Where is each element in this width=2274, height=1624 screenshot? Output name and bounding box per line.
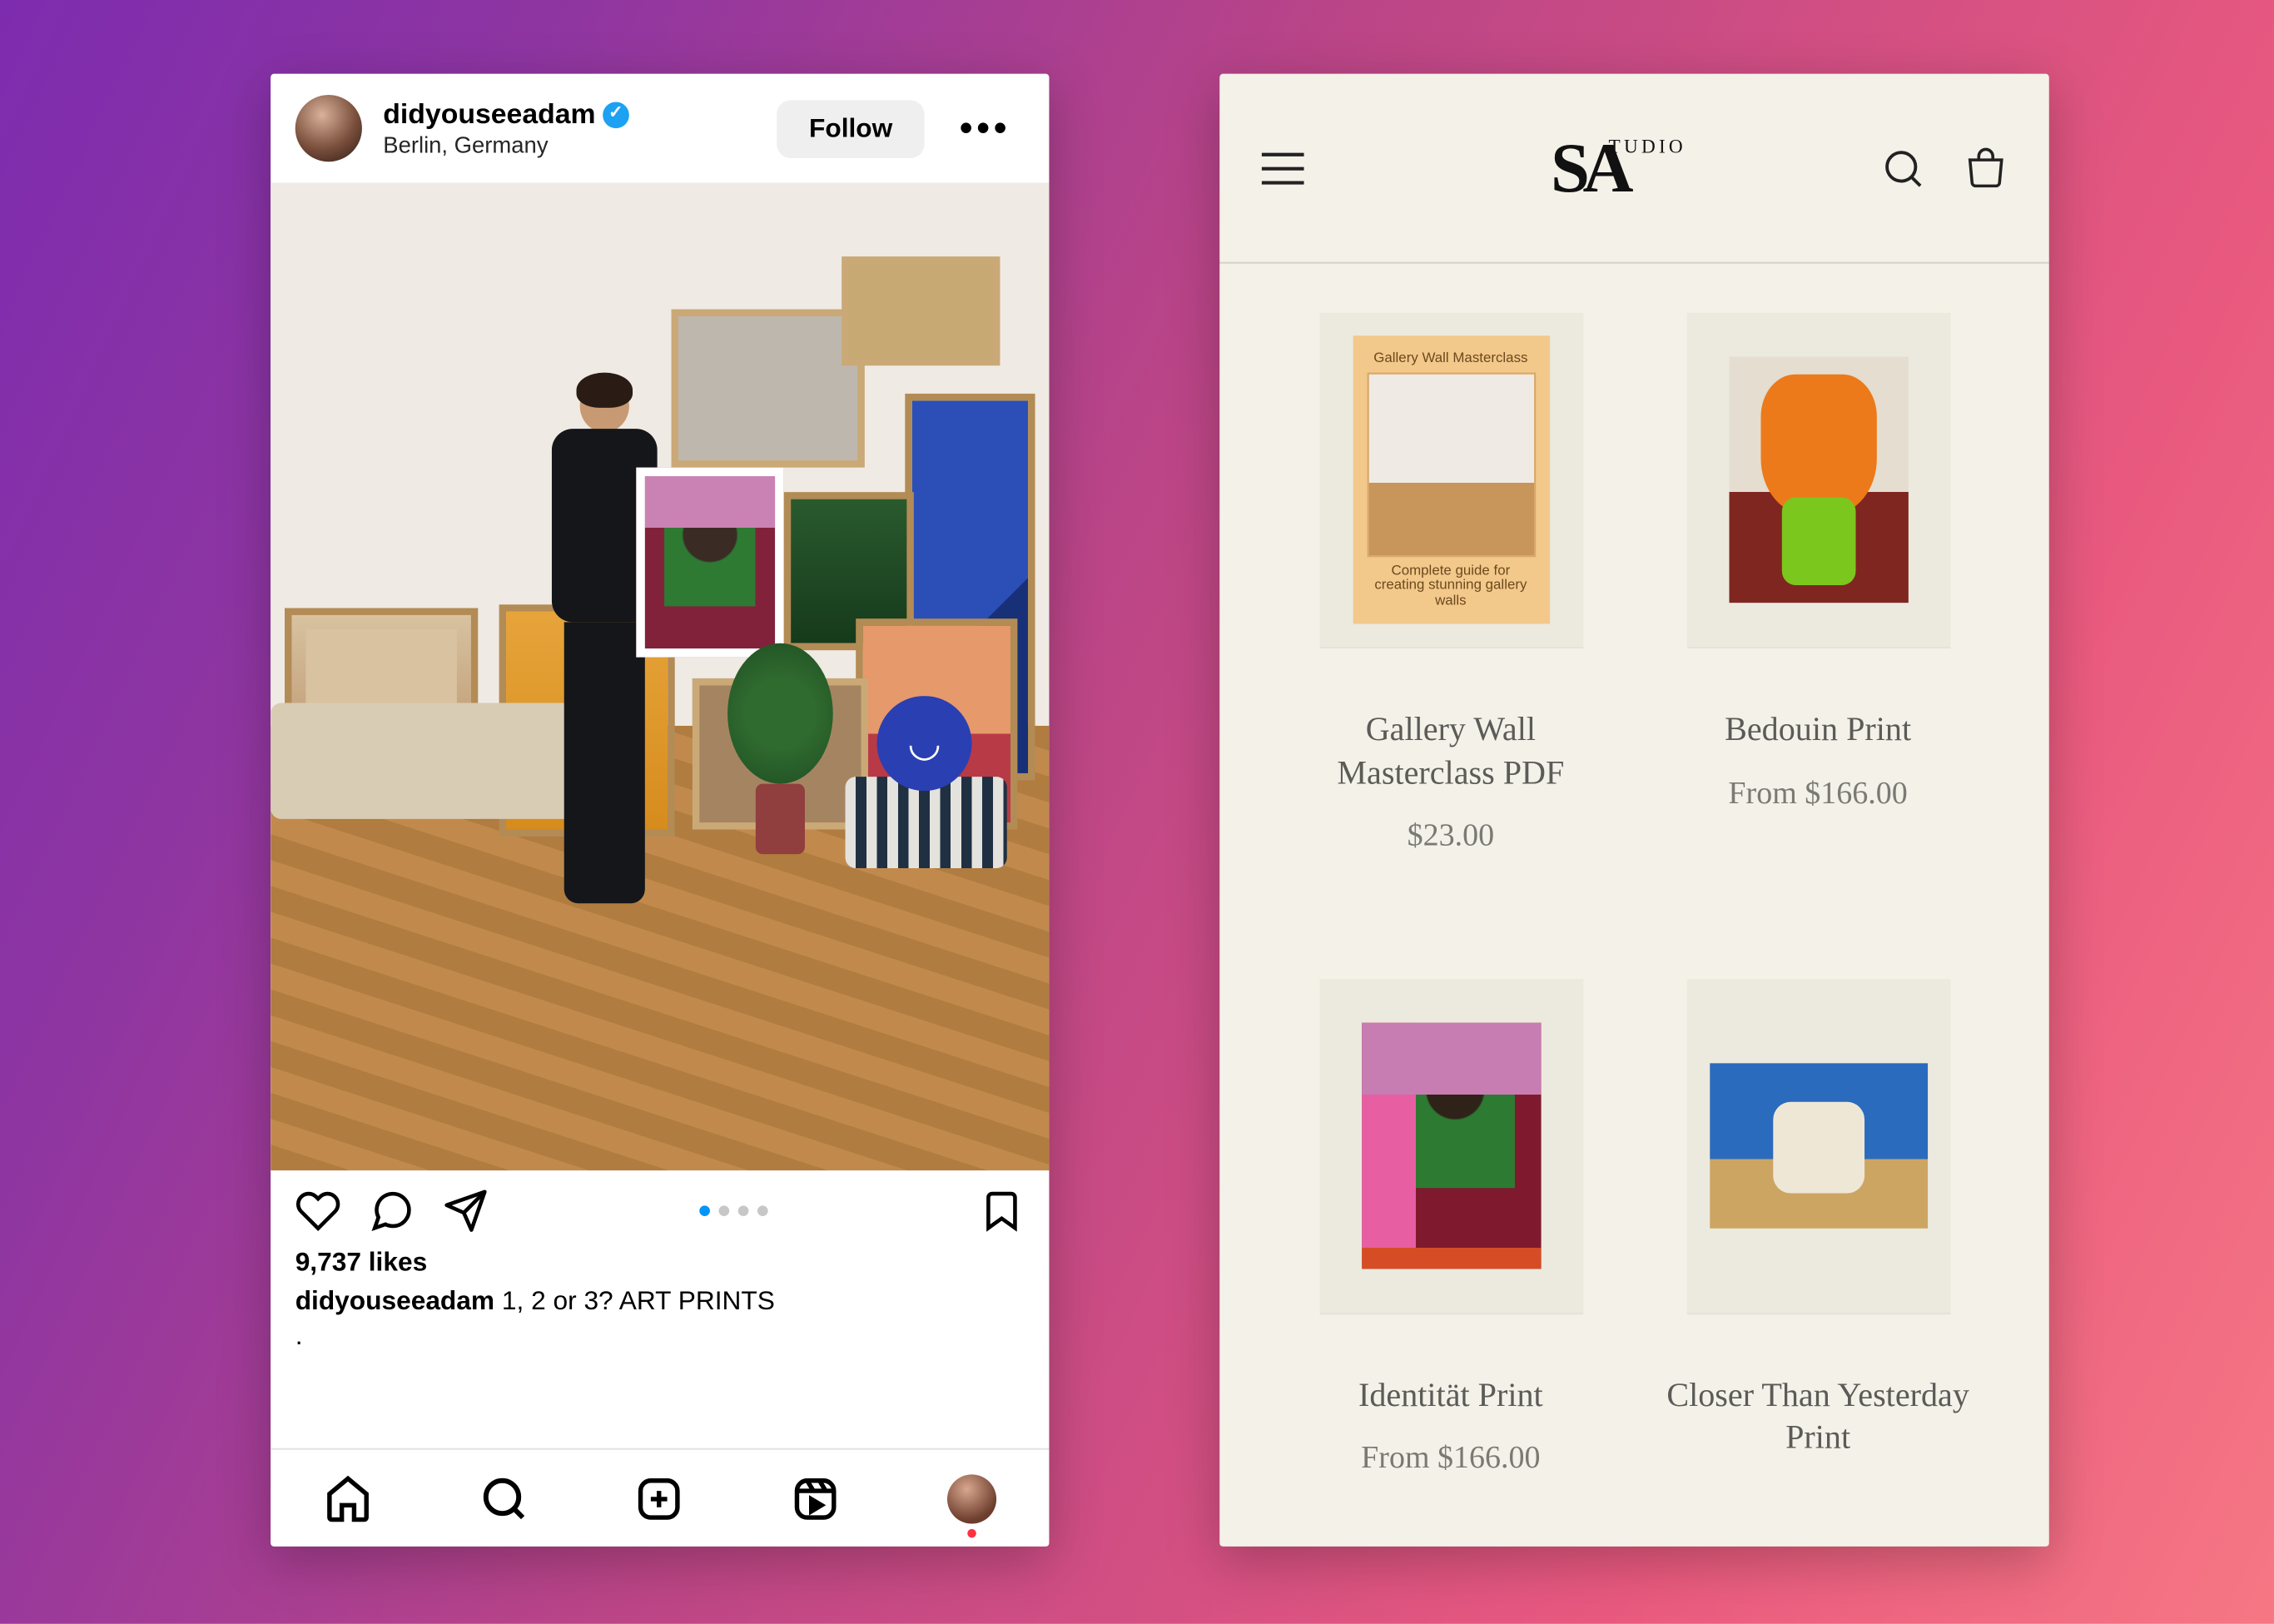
profile-avatar[interactable] — [295, 95, 362, 161]
reels-icon[interactable] — [791, 1473, 840, 1522]
carousel-dot[interactable] — [699, 1205, 710, 1216]
caption-text: 1, 2 or 3? ART PRINTS — [502, 1286, 775, 1316]
carousel-dots — [699, 1205, 767, 1216]
instagram-post: didyouseeadam Berlin, Germany Follow ••• — [271, 74, 1049, 1547]
home-icon[interactable] — [324, 1473, 373, 1522]
product-title: Identität Print — [1358, 1375, 1543, 1418]
cart-icon[interactable] — [1961, 145, 2010, 191]
caption: didyouseeadam 1, 2 or 3? ART PRINTS . — [295, 1284, 1025, 1356]
product-title: Gallery Wall Masterclass PDF — [1283, 710, 1618, 797]
product-card[interactable]: Identität Print From $166.00 — [1283, 978, 1618, 1547]
product-price: From $166.00 — [1361, 1440, 1540, 1477]
profile-name-block[interactable]: didyouseeadam Berlin, Germany — [383, 97, 756, 158]
comment-icon[interactable] — [369, 1188, 415, 1234]
verified-badge-icon — [603, 102, 629, 128]
product-title: Bedouin Print — [1725, 710, 1911, 753]
search-icon[interactable] — [1880, 145, 1926, 191]
search-icon[interactable] — [479, 1473, 529, 1522]
username: didyouseeadam — [383, 97, 595, 132]
post-meta: 9,737 likes didyouseeadam 1, 2 or 3? ART… — [271, 1241, 1049, 1373]
product-price: From $166.00 — [1728, 774, 1907, 811]
product-grid: Gallery Wall Masterclass Complete guide … — [1219, 264, 2049, 1547]
location[interactable]: Berlin, Germany — [383, 132, 756, 159]
product-cover-bottom: Complete guide for creating stunning gal… — [1367, 564, 1536, 610]
bookmark-icon[interactable] — [979, 1188, 1025, 1234]
product-image — [1686, 978, 1950, 1312]
post-actions — [271, 1170, 1049, 1240]
store-logo[interactable]: SATUDIO — [1551, 127, 1637, 209]
product-image — [1686, 313, 1950, 647]
bottom-tabbar — [271, 1448, 1049, 1547]
product-image — [1319, 978, 1583, 1312]
create-post-icon[interactable] — [635, 1473, 684, 1522]
product-cover-top: Gallery Wall Masterclass — [1373, 350, 1527, 365]
profile-tab-avatar[interactable] — [946, 1473, 995, 1522]
likes-count[interactable]: 9,737 likes — [295, 1248, 1025, 1278]
share-icon[interactable] — [443, 1188, 489, 1234]
store-header: SATUDIO — [1219, 74, 2049, 264]
store-page: SATUDIO Gallery Wall Masterclass Complet… — [1219, 74, 2049, 1547]
product-title: Closer Than Yesterday Print — [1650, 1375, 1985, 1462]
carousel-dot[interactable] — [719, 1205, 730, 1216]
carousel-dot[interactable] — [738, 1205, 749, 1216]
post-header: didyouseeadam Berlin, Germany Follow ••• — [271, 74, 1049, 183]
more-options-icon[interactable]: ••• — [946, 106, 1025, 151]
caption-username[interactable]: didyouseeadam — [295, 1286, 494, 1316]
menu-icon[interactable] — [1259, 148, 1308, 186]
like-icon[interactable] — [295, 1188, 341, 1234]
product-card[interactable]: Gallery Wall Masterclass Complete guide … — [1283, 313, 1618, 918]
product-card[interactable]: Bedouin Print From $166.00 — [1650, 313, 1985, 918]
carousel-dot[interactable] — [757, 1205, 768, 1216]
product-card[interactable]: Closer Than Yesterday Print — [1650, 978, 1985, 1547]
follow-button[interactable]: Follow — [777, 99, 924, 157]
product-price: $23.00 — [1408, 818, 1495, 855]
product-image: Gallery Wall Masterclass Complete guide … — [1319, 313, 1583, 647]
post-image[interactable] — [271, 183, 1049, 1171]
